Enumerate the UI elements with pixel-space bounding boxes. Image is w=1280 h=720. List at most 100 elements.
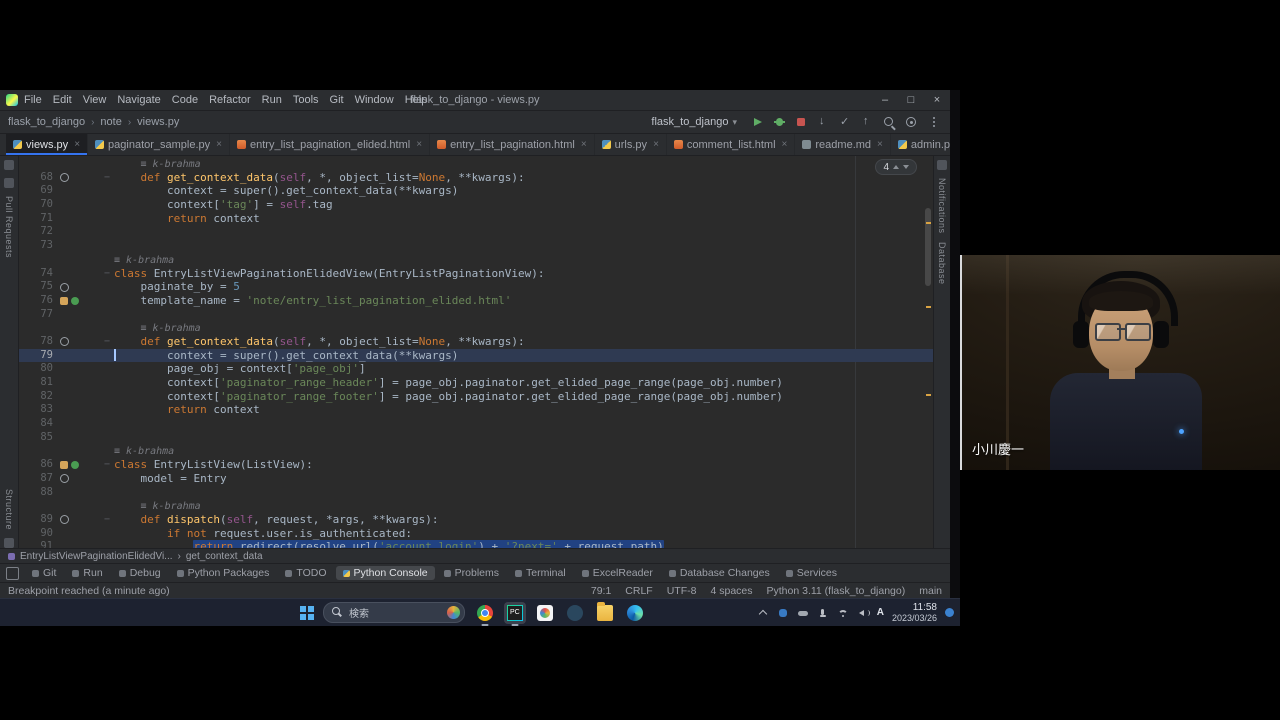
author-inlay-row[interactable]: ≡ k-brahma	[19, 499, 933, 513]
line-number[interactable]: 75	[19, 280, 53, 294]
code-line-73[interactable]: 73	[19, 239, 933, 253]
line-number[interactable]	[19, 321, 53, 335]
gutter[interactable]	[19, 253, 114, 267]
code-line-81[interactable]: 81 context['paginator_range_header'] = p…	[19, 376, 933, 390]
fold-icon[interactable]: −	[100, 458, 114, 472]
line-number[interactable]: 83	[19, 403, 53, 417]
status-python-3-11-flask-to-django-[interactable]: Python 3.11 (flask_to_django)	[767, 585, 906, 597]
gutter[interactable]: 89 −	[19, 513, 114, 527]
author-inlay-row[interactable]: ≡ k-brahma	[19, 321, 933, 335]
code-line-78[interactable]: 78− def get_context_data(self, *, object…	[19, 335, 933, 349]
menu-window[interactable]: Window	[355, 94, 394, 106]
maximize-button[interactable]: □	[904, 94, 918, 106]
code-line-76[interactable]: 76 template_name = 'note/entry_list_pagi…	[19, 294, 933, 308]
close-tab-icon[interactable]: ×	[653, 139, 659, 150]
line-number[interactable]: 70	[19, 198, 53, 212]
override-marker-icon[interactable]	[60, 515, 69, 525]
gutter[interactable]: 76	[19, 294, 114, 308]
minimize-button[interactable]: –	[878, 94, 892, 106]
gutter[interactable]: 72	[19, 225, 114, 239]
gutter[interactable]: 73	[19, 239, 114, 253]
gutter[interactable]: 74 −	[19, 267, 114, 281]
settings-icon[interactable]	[903, 114, 920, 130]
code-editor[interactable]: ≡ k-brahma 68− def get_context_data(self,…	[19, 156, 933, 548]
code-line-74[interactable]: 74− class EntryListViewPaginationElidedVi…	[19, 267, 933, 281]
warning-stripe-mark[interactable]	[926, 394, 931, 396]
code-line-69[interactable]: 69 context = super().get_context_data(**…	[19, 184, 933, 198]
toolwindow-structure[interactable]: Structure	[4, 489, 14, 530]
gutter[interactable]: 91	[19, 540, 114, 548]
gutter[interactable]: 75	[19, 280, 114, 294]
gutter[interactable]: 88	[19, 486, 114, 500]
close-tab-icon[interactable]: ×	[216, 139, 222, 150]
git-update-icon[interactable]	[815, 114, 832, 130]
line-number[interactable]: 86	[19, 458, 53, 472]
gutter[interactable]: 85	[19, 431, 114, 445]
line-number[interactable]: 91	[19, 540, 53, 548]
line-number[interactable]: 69	[19, 184, 53, 198]
override-marker-icon[interactable]	[60, 173, 69, 183]
toolwindow-git[interactable]: Git	[25, 566, 63, 580]
toolwindow-run[interactable]: Run	[65, 566, 109, 580]
gutter[interactable]: 84	[19, 417, 114, 431]
more-icon[interactable]	[925, 114, 942, 130]
editor-scrollbar[interactable]	[923, 156, 932, 548]
status-utf-8[interactable]: UTF-8	[667, 585, 697, 597]
run-marker-icon[interactable]	[71, 296, 79, 305]
search-icon[interactable]	[881, 114, 898, 130]
toolwindow-python-console[interactable]: Python Console	[335, 566, 435, 580]
code-line-91[interactable]: 91 return redirect(resolve_url('account_…	[19, 540, 933, 548]
stop-icon[interactable]	[793, 114, 810, 130]
tab-entry-list-pagination-elided-html[interactable]: entry_list_pagination_elided.html ×	[230, 134, 431, 155]
start-button[interactable]	[300, 605, 314, 620]
next-problem-icon[interactable]	[903, 165, 909, 169]
override-marker-icon[interactable]	[60, 282, 69, 292]
toolwindow-pull-requests[interactable]: Pull Requests	[4, 196, 14, 258]
line-number[interactable]	[19, 499, 53, 513]
gutter[interactable]	[19, 157, 114, 171]
gutter[interactable]: 68 −	[19, 171, 114, 185]
code-breadcrumb-1[interactable]: get_context_data	[186, 551, 263, 562]
taskbar-app-folder[interactable]	[594, 601, 616, 624]
toolwindow-python-packages[interactable]: Python Packages	[170, 566, 277, 580]
line-number[interactable]: 79	[19, 349, 53, 363]
gutter[interactable]: 77	[19, 308, 114, 322]
menu-edit[interactable]: Edit	[53, 94, 72, 106]
code-line-90[interactable]: 90 if not request.user.is_authenticated:	[19, 527, 933, 541]
line-number[interactable]: 74	[19, 267, 53, 281]
code-line-83[interactable]: 83 return context	[19, 403, 933, 417]
inspections-widget[interactable]: 4	[875, 159, 917, 175]
close-tab-icon[interactable]: ×	[581, 139, 587, 150]
code-line-82[interactable]: 82 context['paginator_range_footer'] = p…	[19, 390, 933, 404]
taskbar-clock[interactable]: 11:58 2023/03/26	[892, 602, 937, 624]
line-number[interactable]: 71	[19, 212, 53, 226]
gutter[interactable]: 70	[19, 198, 114, 212]
fold-icon[interactable]: −	[100, 513, 114, 527]
tab-readme-md[interactable]: readme.md ×	[795, 134, 891, 155]
taskbar-app-chrome[interactable]	[474, 602, 496, 624]
toolwindow-terminal[interactable]: Terminal	[508, 566, 573, 580]
status-crlf[interactable]: CRLF	[625, 585, 652, 597]
project-toolwindow-icon[interactable]	[4, 160, 14, 170]
code-line-71[interactable]: 71 return context	[19, 212, 933, 226]
cloud-icon[interactable]	[797, 607, 809, 619]
line-number[interactable]: 81	[19, 376, 53, 390]
toolwindow-database-changes[interactable]: Database Changes	[662, 566, 777, 580]
toolwindow-excelreader[interactable]: ExcelReader	[575, 566, 660, 580]
toolwindow-notifications[interactable]: Notifications	[937, 178, 947, 234]
toolwindow-services[interactable]: Services	[779, 566, 844, 580]
debug-icon[interactable]	[771, 114, 788, 130]
menu-run[interactable]: Run	[262, 94, 282, 106]
gutter[interactable]: 81	[19, 376, 114, 390]
mic-icon[interactable]	[817, 607, 829, 619]
code-breadcrumb-0[interactable]: EntryListViewPaginationElidedVi...	[20, 551, 173, 562]
gutter[interactable]: 79	[19, 349, 114, 363]
menu-navigate[interactable]: Navigate	[117, 94, 160, 106]
line-number[interactable]: 78	[19, 335, 53, 349]
line-number[interactable]: 84	[19, 417, 53, 431]
gutter[interactable]: 86 −	[19, 458, 114, 472]
close-tab-icon[interactable]: ×	[416, 139, 422, 150]
code-line-68[interactable]: 68− def get_context_data(self, *, object…	[19, 171, 933, 185]
menu-view[interactable]: View	[83, 94, 107, 106]
fold-icon[interactable]: −	[100, 335, 114, 349]
